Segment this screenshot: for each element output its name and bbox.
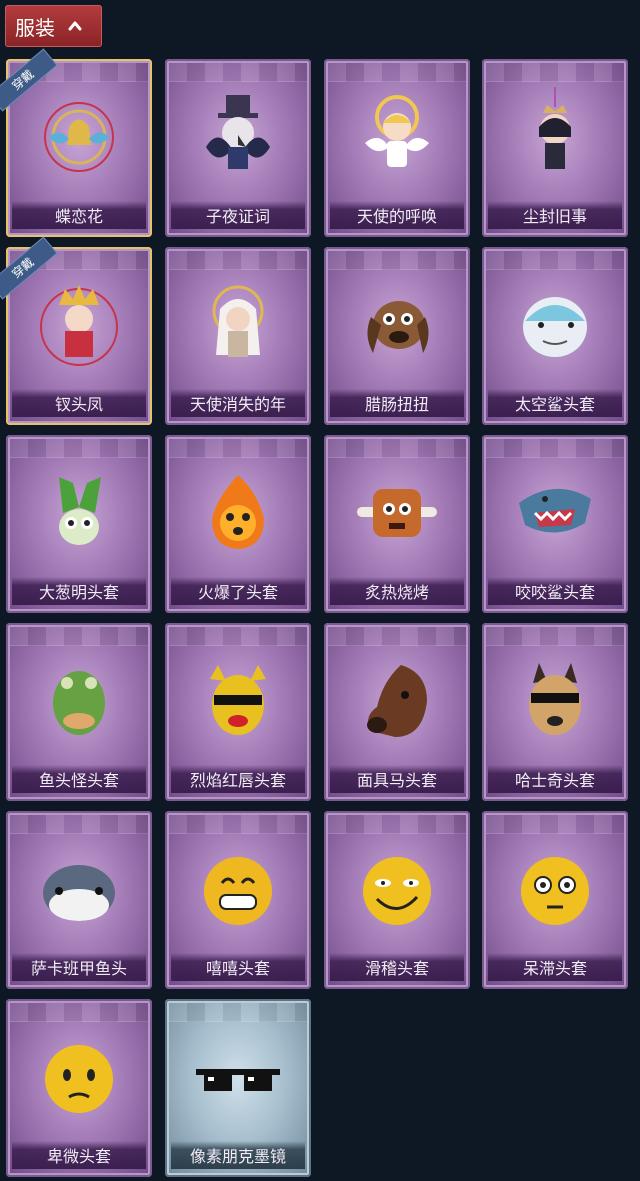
costume-name: 火爆了头套 — [171, 577, 305, 605]
costume-name: 大葱明头套 — [12, 577, 146, 605]
costume-card[interactable]: 呆滞头套 — [482, 811, 628, 989]
costume-name: 腊肠扭扭 — [330, 389, 464, 417]
costume-name: 像素朋克墨镜 — [171, 1141, 305, 1169]
costume-card[interactable]: 萨卡班甲鱼头 — [6, 811, 152, 989]
fish-head-mask-icon — [6, 641, 152, 761]
sacabambaspis-mask-icon — [6, 829, 152, 949]
pixel-sunglasses-icon — [165, 1017, 311, 1137]
costume-card[interactable]: 像素朋克墨镜 — [165, 999, 311, 1177]
veiled-angel-figure-icon — [165, 265, 311, 385]
costume-name: 子夜证词 — [171, 201, 305, 229]
crowned-figure-icon — [482, 77, 628, 197]
costume-name: 萨卡班甲鱼头 — [12, 953, 146, 981]
grilled-meat-mask-icon — [324, 453, 470, 573]
costume-card[interactable]: 炙热烧烤 — [324, 435, 470, 613]
costume-card[interactable]: 火爆了头套 — [165, 435, 311, 613]
husky-mask-icon — [482, 641, 628, 761]
costume-card[interactable]: 子夜证词 — [165, 59, 311, 237]
costume-name: 天使的呼唤 — [330, 201, 464, 229]
costume-tab[interactable]: 服装 — [5, 5, 102, 47]
costume-name: 钗头凤 — [12, 389, 146, 417]
costume-name: 卑微头套 — [12, 1141, 146, 1169]
costume-card[interactable]: 烈焰红唇头套 — [165, 623, 311, 801]
costume-tab-label: 服装 — [15, 15, 55, 40]
costume-card[interactable]: 哈士奇头套 — [482, 623, 628, 801]
costume-name: 呆滞头套 — [488, 953, 622, 981]
costume-card[interactable]: 腊肠扭扭 — [324, 247, 470, 425]
costume-name: 咬咬鲨头套 — [488, 577, 622, 605]
butterfly-bell-charm-icon — [6, 77, 152, 197]
fire-mask-icon — [165, 453, 311, 573]
costume-name: 烈焰红唇头套 — [171, 765, 305, 793]
costume-card[interactable]: 咬咬鲨头套 — [482, 435, 628, 613]
costume-name: 滑稽头套 — [330, 953, 464, 981]
biting-shark-mask-icon — [482, 453, 628, 573]
costume-card[interactable]: 太空鲨头套 — [482, 247, 628, 425]
costume-name: 蝶恋花 — [12, 201, 146, 229]
costume-name: 面具马头套 — [330, 765, 464, 793]
costume-name: 太空鲨头套 — [488, 389, 622, 417]
funny-emoji-mask-icon — [324, 829, 470, 949]
angel-halo-figure-icon — [324, 77, 470, 197]
crow-top-hat-figure-icon — [165, 77, 311, 197]
dachshund-mask-icon — [324, 265, 470, 385]
costume-name: 炙热烧烤 — [330, 577, 464, 605]
costume-card[interactable]: 面具马头套 — [324, 623, 470, 801]
costume-card[interactable]: 鱼头怪头套 — [6, 623, 152, 801]
costume-name: 嘻嘻头套 — [171, 953, 305, 981]
costume-card[interactable]: 嘻嘻头套 — [165, 811, 311, 989]
costume-name: 鱼头怪头套 — [12, 765, 146, 793]
costume-name: 尘封旧事 — [488, 201, 622, 229]
green-onion-mask-icon — [6, 453, 152, 573]
stunned-emoji-mask-icon — [482, 829, 628, 949]
red-lips-yellow-mask-icon — [165, 641, 311, 761]
costume-name: 哈士奇头套 — [488, 765, 622, 793]
costume-card[interactable]: 大葱明头套 — [6, 435, 152, 613]
costume-card[interactable]: 尘封旧事 — [482, 59, 628, 237]
costume-card[interactable]: 滑稽头套 — [324, 811, 470, 989]
grin-emoji-mask-icon — [165, 829, 311, 949]
space-shark-mask-icon — [482, 265, 628, 385]
costume-card[interactable]: 卑微头套 — [6, 999, 152, 1177]
costume-card[interactable]: 天使消失的年 — [165, 247, 311, 425]
costume-card[interactable]: 天使的呼唤 — [324, 59, 470, 237]
phoenix-crown-figure-icon — [6, 265, 152, 385]
costume-name: 天使消失的年 — [171, 389, 305, 417]
chevron-up-icon — [68, 21, 82, 31]
horse-mask-icon — [324, 641, 470, 761]
humble-emoji-mask-icon — [6, 1017, 152, 1137]
